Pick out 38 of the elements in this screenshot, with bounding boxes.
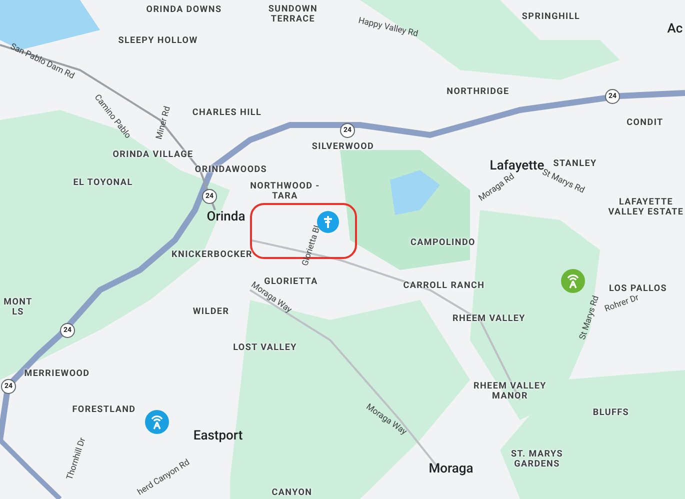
- area-label: CARROLL RANCH: [403, 280, 485, 292]
- city-label: Moraga: [428, 460, 474, 478]
- area-label: MERRIEWOOD: [24, 368, 90, 380]
- area-label: ORINDA VILLAGE: [112, 150, 194, 160]
- antenna-icon[interactable]: [561, 269, 585, 293]
- area-label: CONDIT: [626, 118, 664, 128]
- area-label: BLUFFS: [592, 408, 630, 418]
- city-label: Ac: [667, 20, 683, 38]
- area-label: NORTHRIDGE: [446, 86, 510, 98]
- area-label: ST. MARYS GARDENS: [510, 450, 564, 470]
- road-label: St Marys Rd: [576, 294, 602, 342]
- area-label: EL TOYONAL: [73, 178, 133, 188]
- road-label: Miner Rd: [153, 105, 174, 141]
- antenna-icon[interactable]: [145, 410, 169, 434]
- area-label: LOST VALLEY: [233, 342, 297, 354]
- area-label: FORESTLAND: [72, 404, 136, 416]
- area-label: SLEEPY HOLLOW: [118, 36, 198, 46]
- area-label: RHEEM VALLEY: [452, 314, 526, 324]
- area-label: SILVERWOOD: [312, 142, 374, 152]
- area-label: WILDER: [192, 306, 230, 318]
- area-label: STANLEY: [553, 158, 597, 170]
- area-label: KNICKERBOCKER: [172, 250, 252, 260]
- city-label: Lafayette: [490, 157, 544, 174]
- area-label: MONT LS: [2, 298, 34, 318]
- city-label: Eastport: [193, 427, 243, 446]
- area-label: SUNDOWN TERRACE: [267, 4, 319, 26]
- road-label: Rohrer Dr: [603, 292, 641, 316]
- area-label: NORTHWOOD - TARA: [249, 182, 321, 202]
- area-label: SPRINGHILL: [522, 12, 580, 22]
- area-label: ORINDA DOWNS: [146, 4, 222, 16]
- area-label: CAMPOLINDO: [410, 238, 476, 248]
- area-label: LOS PALLOS: [608, 284, 668, 294]
- area-label: CHARLES HILL: [192, 108, 262, 118]
- area-label: CANYON: [272, 488, 312, 498]
- road-label: Happy Valley Rd: [356, 14, 420, 42]
- area-label: RHEEM VALLEY MANOR: [472, 382, 548, 402]
- city-label: Orinda: [206, 208, 246, 226]
- area-label: LAFAYETTE VALLEY ESTATE: [607, 198, 685, 218]
